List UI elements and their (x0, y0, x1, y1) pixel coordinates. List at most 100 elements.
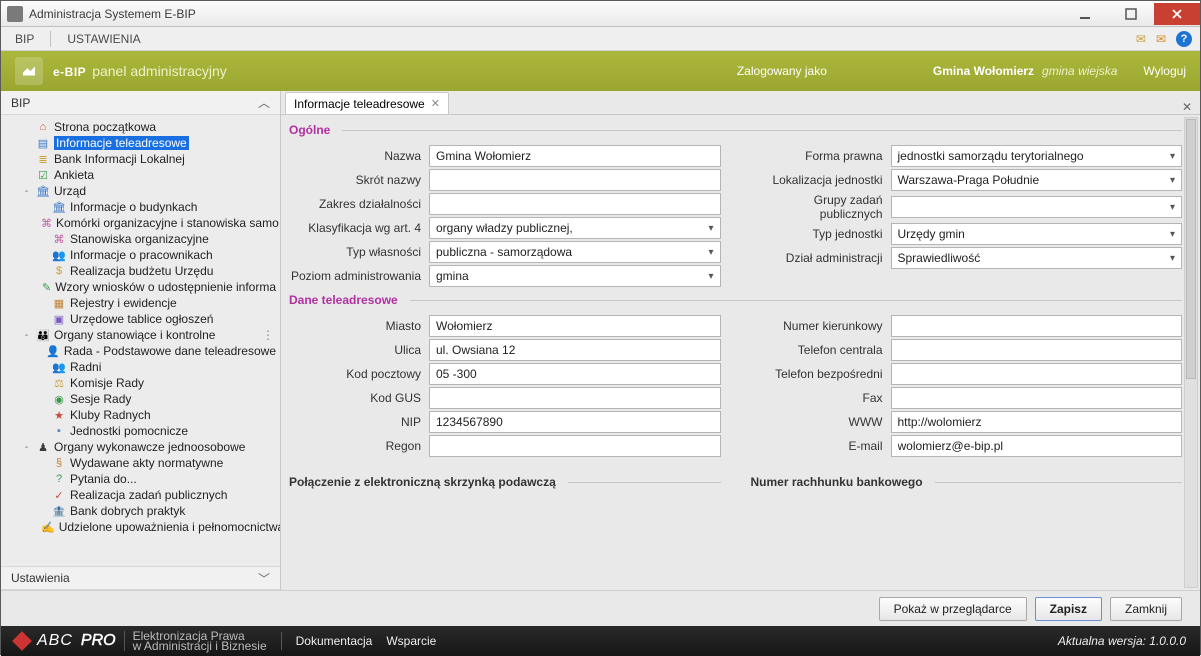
logged-as-label: Zalogowany jako (737, 64, 827, 78)
tree-expander-icon[interactable]: - (21, 442, 32, 453)
tree-node[interactable]: ⌘Stanowiska organizacyjne (1, 231, 280, 247)
tree-node[interactable]: -🏛Urząd (1, 183, 280, 199)
input-telefon-centrala[interactable] (891, 339, 1183, 361)
tree-node[interactable]: ▤Informacje teleadresowe (1, 135, 280, 151)
minimize-button[interactable] (1062, 3, 1108, 25)
field-label: Miasto (289, 319, 429, 333)
tree-node-label: Informacje o pracownikach (70, 248, 213, 262)
tree-node[interactable]: ⚖Komisje Rady (1, 375, 280, 391)
tree-node[interactable]: 🏛Informacje o budynkach (1, 199, 280, 215)
bank-icon: 🏦 (52, 504, 66, 518)
input-fax[interactable] (891, 387, 1183, 409)
tree-node[interactable]: -👪Organy stanowiące i kontrolne⋮ (1, 327, 280, 343)
tree-node[interactable]: ★Kluby Radnych (1, 407, 280, 423)
input-telefon-bezpośredni[interactable] (891, 363, 1183, 385)
org-icon: ⌘ (52, 232, 66, 246)
tree-node[interactable]: ▦Rejestry i ewidencje (1, 295, 280, 311)
select-typ-jednostki[interactable]: Urzędy gmin ▾ (891, 223, 1183, 245)
input-kod-gus[interactable] (429, 387, 721, 409)
form-row: Kod pocztowy (289, 363, 721, 385)
input-nazwa[interactable] (429, 145, 721, 167)
input-www[interactable] (891, 411, 1183, 433)
tree-node[interactable]: -♟Organy wykonawcze jednoosobowe (1, 439, 280, 455)
brand-subtitle: panel administracyjny (92, 63, 227, 79)
tree-node[interactable]: ?Pytania do... (1, 471, 280, 487)
input-skrót-nazwy[interactable] (429, 169, 721, 191)
tree-node-label: Udzielone upoważnienia i pełnomocnictwa (59, 520, 280, 534)
preview-button[interactable]: Pokaż w przeglądarce (879, 597, 1027, 621)
select-lokalizacja-jednostki[interactable]: Warszawa-Praga Południe▾ (891, 169, 1183, 191)
select-forma-prawna[interactable]: jednostki samorządu terytorialnego▾ (891, 145, 1183, 167)
logout-link[interactable]: Wyloguj (1143, 64, 1186, 78)
tree-node-menu-icon[interactable]: ⋮ (262, 328, 274, 342)
tree-node[interactable]: ◉Sesje Rady (1, 391, 280, 407)
tab-close-icon[interactable]: ✕ (431, 97, 440, 110)
toolbar-icon-2[interactable]: ✉ (1156, 32, 1166, 46)
tree-node[interactable]: ✎Wzory wniosków o udostępnienie informa (1, 279, 280, 295)
tree-node[interactable]: §Wydawane akty normatywne (1, 455, 280, 471)
bld-icon: 🏛 (52, 200, 66, 214)
select-klasyfikacja-wg-art-4[interactable]: organy władzy publicznej,▾ (429, 217, 721, 239)
tree-node[interactable]: ✓Realizacja zadań publicznych (1, 487, 280, 503)
tree-node-label: Komisje Rady (70, 376, 144, 390)
tree-node[interactable]: ▪Jednostki pomocnicze (1, 423, 280, 439)
input-numer-kierunkowy[interactable] (891, 315, 1183, 337)
save-button[interactable]: Zapisz (1035, 597, 1102, 621)
close-button[interactable]: Zamknij (1110, 597, 1182, 621)
select-poziom-administrowania[interactable]: gmina▾ (429, 265, 721, 287)
toolbar-icon-1[interactable]: ✉ (1136, 32, 1146, 46)
select-typ-własności[interactable]: publiczna - samorządowa▾ (429, 241, 721, 263)
tree-node[interactable]: $Realizacja budżetu Urzędu (1, 263, 280, 279)
tree-node[interactable]: ☑Ankieta (1, 167, 280, 183)
form-row: Zakres działalności (289, 193, 721, 215)
tabbar-close-icon[interactable]: ✕ (1174, 100, 1200, 114)
footer-support-link[interactable]: Wsparcie (386, 634, 436, 648)
form-row: Ulica (289, 339, 721, 361)
tree-node[interactable]: 🏦 Bank dobrych praktyk (1, 503, 280, 519)
menu-ustawienia[interactable]: USTAWIENIA (61, 29, 146, 49)
close-window-button[interactable] (1154, 3, 1200, 25)
input-nip[interactable] (429, 411, 721, 433)
input-miasto[interactable] (429, 315, 721, 337)
field-label: Klasyfikacja wg art. 4 (289, 221, 429, 235)
tree-node[interactable]: 👤Rada - Podstawowe dane teleadresowe (1, 343, 280, 359)
tree-node[interactable]: 👥Radni (1, 359, 280, 375)
vertical-scrollbar[interactable] (1184, 117, 1198, 588)
maximize-button[interactable] (1108, 3, 1154, 25)
field-label: Poziom administrowania (289, 269, 429, 283)
tree-expander-icon[interactable]: - (21, 186, 32, 197)
input-regon[interactable] (429, 435, 721, 457)
menu-bip[interactable]: BIP (9, 29, 40, 49)
tree-node[interactable]: ✍ Udzielone upoważnienia i pełnomocnictwa (1, 519, 280, 535)
tree-node[interactable]: 👥Informacje o pracownikach (1, 247, 280, 263)
select-value: organy władzy publicznej, (436, 221, 573, 235)
field-label: E-mail (751, 439, 891, 453)
tree-node[interactable]: ⌘Komórki organizacyjne i stanowiska samo (1, 215, 280, 231)
tree-node-label: Bank dobrych praktyk (70, 504, 185, 518)
select-dział-administracji[interactable]: Sprawiedliwość▾ (891, 247, 1183, 269)
input-ulica[interactable] (429, 339, 721, 361)
tree-node[interactable]: ⌂Strona początkowa (1, 119, 280, 135)
tree-expander-icon[interactable]: - (21, 330, 32, 341)
chevron-down-icon: ▾ (1166, 229, 1175, 240)
form-row: E-mail (751, 435, 1183, 457)
tab-informacje-teleadresowe[interactable]: Informacje teleadresowe ✕ (285, 92, 449, 114)
auth-icon: ✍ (41, 520, 55, 534)
nav-tree[interactable]: ⌂Strona początkowa▤Informacje teleadreso… (1, 115, 280, 566)
scrollbar-thumb[interactable] (1186, 119, 1196, 379)
select-grupy-zadań-publicznych[interactable]: ▾ (891, 196, 1183, 218)
tree-node[interactable]: ≣Bank Informacji Lokalnej (1, 151, 280, 167)
tree-node[interactable]: ▣Urzędowe tablice ogłoszeń (1, 311, 280, 327)
input-e-mail[interactable] (891, 435, 1183, 457)
field-label: NIP (289, 415, 429, 429)
form-area: Ogólne NazwaSkrót nazwyZakres działalnoś… (281, 115, 1200, 590)
input-zakres-działalności[interactable] (429, 193, 721, 215)
select-value: Urzędy gmin (898, 227, 965, 241)
sidebar-header-settings[interactable]: Ustawienia ﹀ (1, 566, 280, 590)
footer-doc-link[interactable]: Dokumentacja (296, 634, 373, 648)
field-label: Telefon centrala (751, 343, 891, 357)
input-kod-pocztowy[interactable] (429, 363, 721, 385)
sidebar-header-bip[interactable]: BIP ︿ (1, 91, 280, 115)
help-icon[interactable]: ? (1176, 31, 1192, 47)
poll-icon: ☑ (36, 168, 50, 182)
